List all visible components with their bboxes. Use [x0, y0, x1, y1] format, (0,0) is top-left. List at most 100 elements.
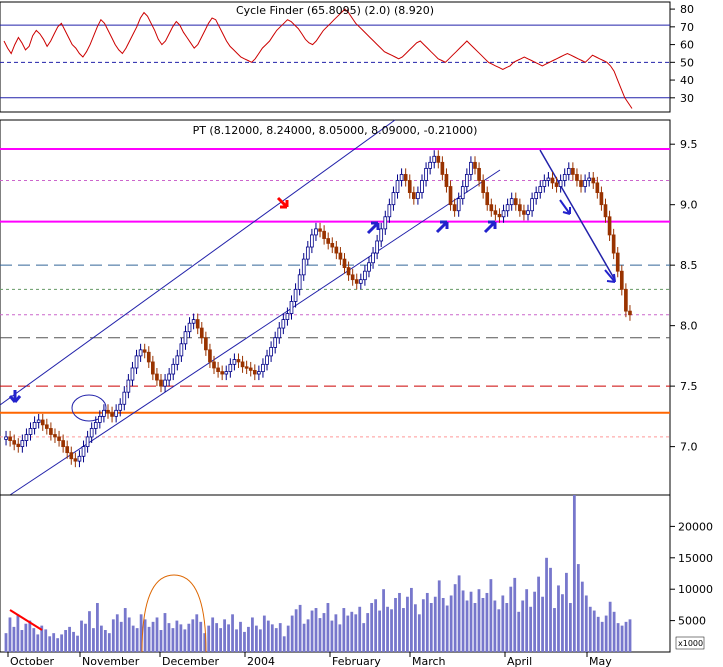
volume-bar [262, 615, 266, 652]
candle-body [534, 192, 538, 200]
volume-bar [533, 591, 537, 652]
volume-tick-label: 20000 [678, 520, 713, 533]
candle-body [518, 204, 522, 212]
candle-body [44, 424, 49, 429]
volume-bar [322, 613, 326, 652]
volume-bar [20, 630, 24, 652]
candle-body [497, 213, 502, 218]
volume-bar [509, 586, 513, 652]
candle-body [615, 252, 620, 272]
volume-bar [151, 621, 155, 652]
candle-body [420, 180, 424, 193]
volume-bar [282, 636, 286, 652]
volume-bar [354, 614, 358, 652]
volume-bar [616, 623, 620, 652]
x-tick-label: October [10, 655, 54, 667]
volume-bar [402, 608, 405, 652]
candle-body [448, 186, 453, 206]
volume-bar [32, 628, 36, 652]
volume-bar [155, 617, 159, 652]
x-tick-label: November [82, 655, 140, 667]
volume-bar [235, 629, 238, 652]
candle-body [244, 366, 249, 369]
candle-body [171, 363, 176, 375]
volume-bar [370, 603, 374, 652]
candle-body [301, 258, 306, 276]
volume-bar [378, 610, 381, 652]
candle-body [428, 161, 432, 169]
volume-bar [394, 597, 397, 652]
volume-bar [334, 614, 338, 652]
candle-body [391, 192, 396, 206]
candle-body [28, 428, 33, 435]
volume-tick-label: 5000 [678, 615, 706, 628]
volume-bar [310, 610, 314, 652]
volume-bar [258, 629, 262, 652]
indicator-tick-label: 40 [680, 74, 694, 87]
volume-bar [477, 589, 481, 652]
candle-body [452, 204, 457, 212]
volume-tick-label: 15000 [678, 552, 713, 565]
volume-bar [4, 633, 8, 652]
volume-bar [115, 614, 119, 652]
candle-body [151, 361, 155, 375]
candle-body [106, 409, 110, 414]
x-tick-label: May [589, 655, 612, 667]
volume-bar [306, 619, 310, 652]
candle-body [571, 167, 575, 175]
candle-body [138, 349, 143, 357]
volume-bar [628, 619, 632, 652]
candle-body [566, 167, 571, 175]
volume-bar [123, 608, 127, 652]
price-tick-label: 7.5 [680, 380, 698, 393]
candle-body [40, 419, 45, 426]
volume-bar [604, 615, 608, 652]
volume-bar [211, 617, 215, 652]
price-tick-label: 9.5 [680, 138, 698, 151]
volume-bar [513, 577, 517, 652]
volume-bar [167, 623, 171, 652]
volume-bar [473, 603, 477, 652]
x-tick-label: April [507, 655, 532, 667]
candle-body [32, 422, 37, 429]
candle-body [126, 379, 131, 393]
candle-body [628, 310, 632, 316]
candle-body [383, 216, 388, 230]
candle-body [191, 319, 196, 324]
candle-body [583, 180, 587, 187]
candle-body [489, 204, 494, 212]
candle-body [4, 436, 8, 440]
volume-bar [223, 619, 226, 652]
candle-body [199, 327, 204, 339]
candle-body [273, 337, 278, 348]
volume-bar [243, 631, 246, 652]
candle-body [159, 379, 163, 387]
volume-bar [441, 597, 445, 652]
volume-bar [561, 594, 564, 652]
candle-body [134, 355, 139, 369]
volume-bar [338, 624, 342, 652]
candle-body [98, 415, 102, 423]
candle-body [542, 180, 547, 187]
volume-bar [584, 595, 588, 652]
volume-bar [429, 603, 433, 652]
volume-bar [314, 608, 318, 652]
candle-body [93, 422, 98, 429]
candle-body [575, 174, 579, 181]
candle-body [326, 238, 331, 244]
volume-bar [398, 592, 401, 652]
candle-body [57, 436, 61, 441]
volume-bar [489, 579, 493, 652]
candle-body [195, 319, 200, 329]
candle-body [297, 274, 302, 290]
candle-body [342, 258, 347, 268]
volume-bar [596, 616, 600, 652]
candle-body [163, 379, 167, 387]
volume-bar [103, 630, 107, 652]
volume-bar [175, 620, 179, 652]
indicator-tick-label: 80 [680, 3, 694, 16]
volume-bar [588, 606, 592, 652]
candle-body [424, 167, 428, 181]
candle-body [8, 436, 12, 441]
volume-bar [342, 608, 346, 652]
